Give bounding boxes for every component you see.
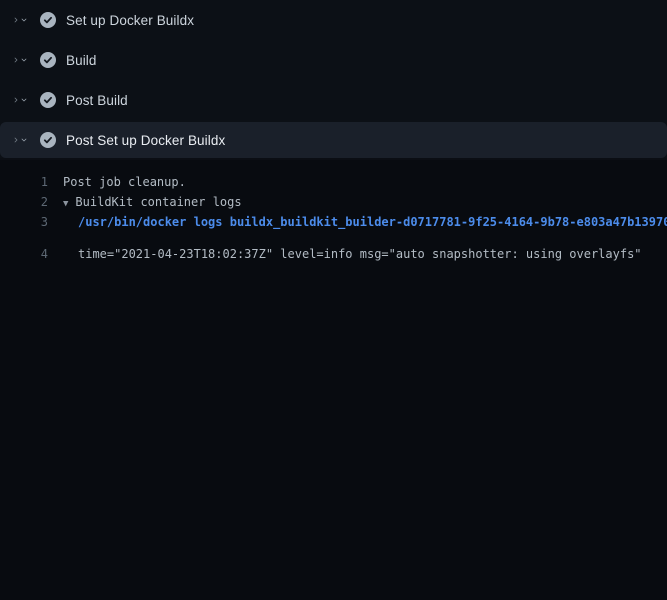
log-line-text: /usr/bin/docker logs buildx_buildkit_bui… xyxy=(48,212,667,232)
group-collapse-icon[interactable]: ▼ xyxy=(63,199,68,209)
log-line-number[interactable]: 1 xyxy=(0,172,48,192)
step-list: Set up Docker Buildx Build xyxy=(0,0,667,158)
log-viewer: 1 Post job cleanup. 2 ▼BuildKit containe… xyxy=(0,160,667,600)
check-circle-icon xyxy=(40,12,56,28)
log-line: 2 ▼BuildKit container logs xyxy=(0,192,667,212)
check-circle-icon xyxy=(40,132,56,148)
log-line-text: ▼BuildKit container logs xyxy=(48,192,242,212)
chevron-right-icon[interactable] xyxy=(12,92,28,108)
step-row-post-build[interactable]: Post Build xyxy=(0,80,667,120)
log-line-number[interactable]: 2 xyxy=(0,192,48,212)
step-row-post-set-up-docker-buildx[interactable]: Post Set up Docker Buildx xyxy=(0,122,667,158)
log-line-number[interactable]: 4 xyxy=(0,244,48,600)
log-line: 3 /usr/bin/docker logs buildx_buildkit_b… xyxy=(0,212,667,232)
log-line: 1 Post job cleanup. xyxy=(0,172,667,192)
step-label: Build xyxy=(66,53,97,68)
chevron-down-icon[interactable] xyxy=(12,132,28,148)
step-row-build[interactable]: Build xyxy=(0,40,667,80)
log-line-text: time="2021-04-23T18:02:37Z" level=info m… xyxy=(48,244,642,600)
step-label: Set up Docker Buildx xyxy=(66,13,194,28)
log-line-number[interactable]: 3 xyxy=(0,212,48,232)
step-label: Post Set up Docker Buildx xyxy=(66,133,225,148)
log-line-text: Post job cleanup. xyxy=(48,172,186,192)
check-circle-icon xyxy=(40,92,56,108)
check-circle-icon xyxy=(40,52,56,68)
chevron-right-icon[interactable] xyxy=(12,52,28,68)
chevron-right-icon[interactable] xyxy=(12,12,28,28)
step-row-set-up-docker-buildx[interactable]: Set up Docker Buildx xyxy=(0,0,667,40)
step-label: Post Build xyxy=(66,93,128,108)
log-line: 4 time="2021-04-23T18:02:37Z" level=info… xyxy=(0,232,667,600)
